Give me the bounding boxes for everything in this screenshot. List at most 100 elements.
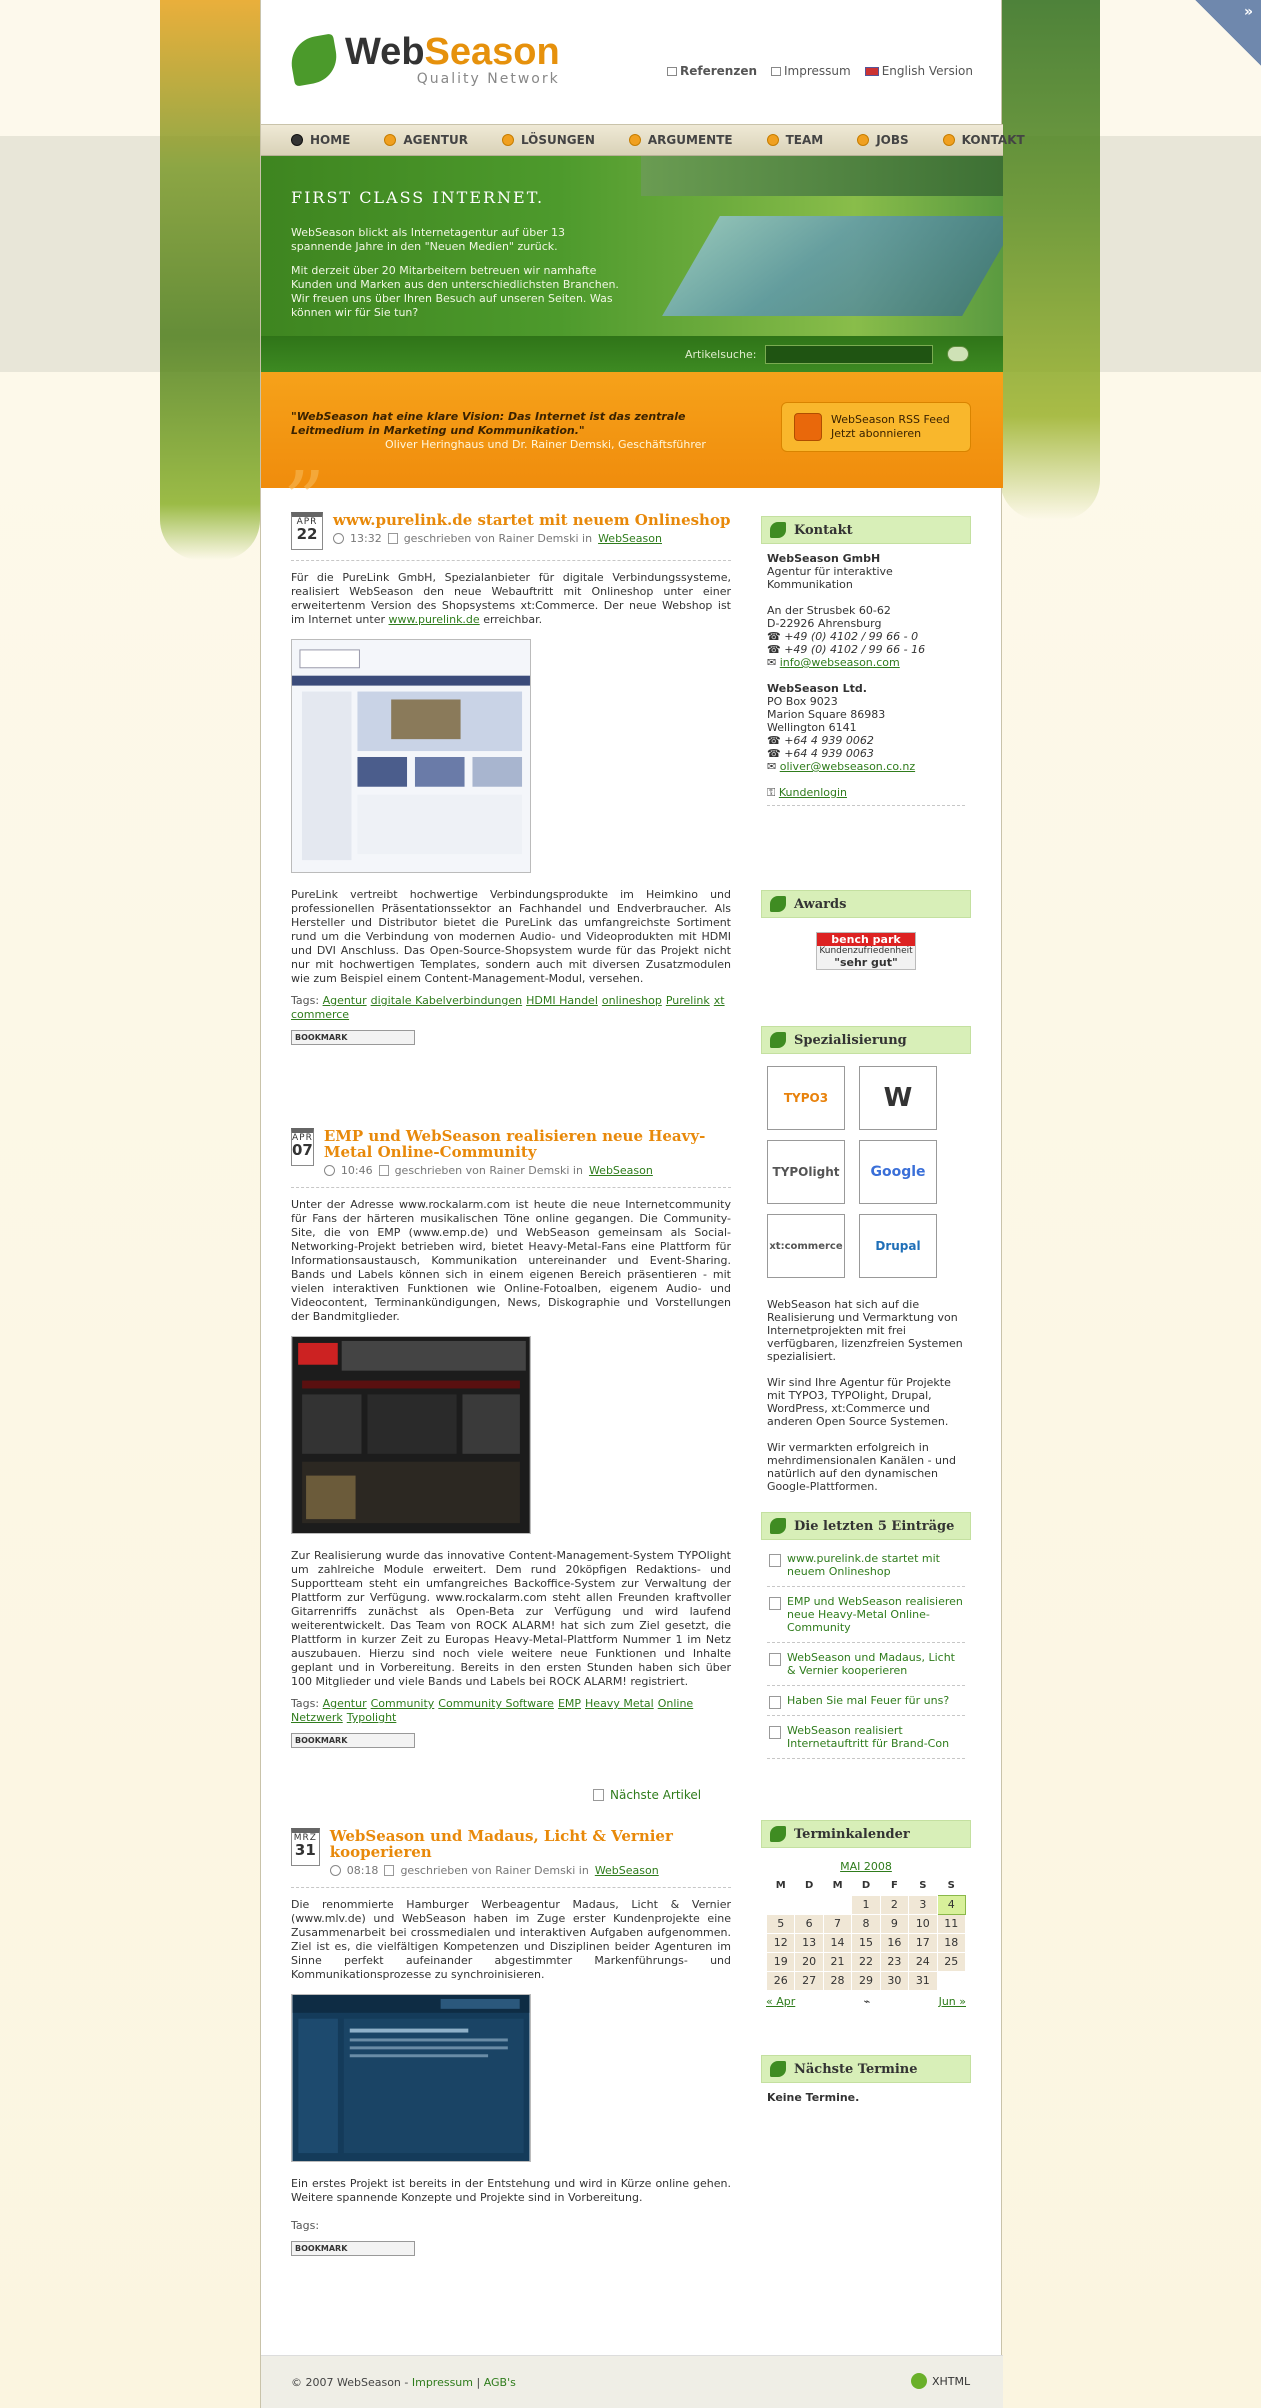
- calendar-day: 10: [908, 1913, 938, 1934]
- article-title[interactable]: WebSeason und Madaus, Licht & Vernier ko…: [330, 1828, 731, 1860]
- tag-link[interactable]: Agentur: [323, 1697, 367, 1710]
- comment-icon: [384, 1865, 395, 1876]
- calendar-day: 27: [794, 1970, 824, 1991]
- email-link[interactable]: info@webseason.com: [780, 656, 900, 669]
- purelink-screenshot[interactable]: [291, 639, 531, 873]
- calendar-day: 22: [851, 1951, 881, 1972]
- article-title[interactable]: EMP und WebSeason realisieren neue Heavy…: [324, 1128, 731, 1160]
- typolight-logo[interactable]: TYPOlight: [767, 1140, 845, 1204]
- comment-icon: [387, 533, 398, 544]
- latest-entry-link[interactable]: www.purelink.de startet mit neuem Online…: [767, 1544, 965, 1587]
- page-icon: [771, 67, 782, 76]
- xhtml-badge[interactable]: XHTML: [911, 2373, 970, 2389]
- bookmark-button[interactable]: BOOKMARK: [291, 1030, 415, 1045]
- tag-link[interactable]: Community Software: [438, 1697, 554, 1710]
- footer-agb-link[interactable]: AGB's: [484, 2376, 516, 2389]
- calendar-day: 18: [936, 1932, 967, 1953]
- rss-icon: [794, 413, 822, 441]
- calendar-next-link[interactable]: Jun »: [939, 1995, 966, 2008]
- page-corner-fold[interactable]: »: [1195, 0, 1261, 66]
- nav-jobs[interactable]: JOBS: [857, 133, 909, 147]
- company-name: WebSeason Ltd.: [767, 682, 867, 695]
- calendar-month-link[interactable]: MAI 2008: [766, 1856, 966, 1877]
- nav-team[interactable]: TEAM: [766, 133, 823, 147]
- link-referenzen[interactable]: Referenzen: [667, 64, 757, 78]
- fax-number: +64 4 939 0063: [784, 747, 874, 760]
- phone-number: +64 4 939 0062: [784, 734, 874, 747]
- tag-link[interactable]: digitale Kabelverbindungen: [371, 994, 522, 1007]
- article-category-link[interactable]: WebSeason: [589, 1164, 653, 1177]
- nav-home[interactable]: HOME: [291, 133, 350, 147]
- link-impressum[interactable]: Impressum: [771, 64, 851, 78]
- uk-flag-icon: [864, 67, 879, 76]
- article-title[interactable]: www.purelink.de startet mit neuem Online…: [333, 512, 730, 528]
- nav-agentur[interactable]: AGENTUR: [384, 133, 468, 147]
- decorative-vine-left: [160, 0, 260, 560]
- weekday-header: S: [947, 1880, 955, 1892]
- mlv-screenshot[interactable]: [291, 1994, 531, 2162]
- calendar-day: 19: [765, 1951, 796, 1972]
- email-link[interactable]: oliver@webseason.co.nz: [780, 760, 915, 773]
- tag-link[interactable]: Agentur: [323, 994, 367, 1007]
- search-input[interactable]: [765, 345, 933, 364]
- latest-entry-link[interactable]: WebSeason und Madaus, Licht & Vernier ko…: [767, 1643, 965, 1686]
- fax-number: +49 (0) 4102 / 99 66 - 16: [784, 643, 926, 656]
- google-logo[interactable]: Google: [859, 1140, 937, 1204]
- latest-entry-link[interactable]: Haben Sie mal Feuer für uns?: [767, 1686, 965, 1716]
- rockalarm-screenshot[interactable]: [291, 1336, 531, 1534]
- kundenlogin-link[interactable]: Kundenlogin: [779, 786, 847, 799]
- drupal-logo[interactable]: Drupal: [859, 1214, 937, 1278]
- typo3-logo[interactable]: TYPO3: [767, 1066, 845, 1130]
- search-button[interactable]: [947, 346, 969, 362]
- article-category-link[interactable]: WebSeason: [598, 532, 662, 545]
- date-badge: MRZ 31: [291, 1828, 320, 1866]
- leaf-icon: [770, 522, 786, 538]
- weekday-header: F: [890, 1880, 898, 1892]
- bookmark-button[interactable]: BOOKMARK: [291, 2241, 415, 2256]
- rss-subscribe-button[interactable]: WebSeason RSS Feed Jetzt abonnieren: [781, 402, 971, 452]
- calendar-day: [765, 1894, 796, 1915]
- wordpress-logo[interactable]: W: [859, 1066, 937, 1130]
- hero-landscape-stream: [662, 216, 1003, 316]
- tag-link[interactable]: onlineshop: [602, 994, 662, 1007]
- rss-icon[interactable]: ⌁: [864, 1995, 871, 2008]
- tag-link[interactable]: Heavy Metal: [585, 1697, 654, 1710]
- tag-link[interactable]: HDMI Handel: [526, 994, 598, 1007]
- link-english[interactable]: English Version: [864, 64, 973, 78]
- xtcommerce-logo[interactable]: xt:commerce: [767, 1214, 845, 1278]
- sidebar-kontakt: Kontakt WebSeason GmbH Agentur für inter…: [761, 516, 971, 814]
- calendar-prev-link[interactable]: « Apr: [766, 1995, 795, 2008]
- bookmark-button[interactable]: BOOKMARK: [291, 1733, 415, 1748]
- footer-impressum-link[interactable]: Impressum: [412, 2376, 473, 2389]
- calendar-day: 1: [851, 1894, 881, 1915]
- tag-link[interactable]: EMP: [558, 1697, 581, 1710]
- box-header: Die letzten 5 Einträge: [761, 1512, 971, 1540]
- date-badge: APR 07: [291, 1128, 314, 1166]
- nav-loesungen[interactable]: LÖSUNGEN: [501, 133, 595, 147]
- box-header: Kontakt: [761, 516, 971, 544]
- tag-link[interactable]: Community: [371, 1697, 435, 1710]
- tag-link[interactable]: Typolight: [347, 1711, 397, 1724]
- logo[interactable]: WebSeason Quality Network: [287, 30, 560, 90]
- next-articles-link[interactable]: Nächste Artikel: [593, 1788, 701, 1802]
- calendar-day: [794, 1894, 824, 1915]
- article: APR 07 EMP und WebSeason realisieren neue…: [291, 1128, 731, 1748]
- calendar-day: 2: [879, 1894, 910, 1915]
- article-author: geschrieben von Rainer Demski in: [403, 532, 593, 545]
- quote-banner: „ "WebSeason hat eine klare Vision: Das …: [261, 372, 1003, 492]
- logo-tagline: Quality Network: [416, 71, 560, 87]
- article-category-link[interactable]: WebSeason: [595, 1864, 659, 1877]
- nav-argumente[interactable]: ARGUMENTE: [628, 133, 733, 147]
- clock-icon: [329, 1865, 341, 1876]
- main-nav: HOME AGENTUR LÖSUNGEN ARGUMENTE TEAM JOB…: [261, 124, 1025, 156]
- latest-entry-link[interactable]: WebSeason realisiert Internetauftritt fü…: [767, 1716, 965, 1759]
- award-badge[interactable]: bench park Kundenzufriedenheit "sehr gut…: [816, 932, 916, 970]
- purelink-link[interactable]: www.purelink.de: [389, 613, 480, 626]
- date-badge: APR 22: [291, 512, 323, 550]
- tag-link[interactable]: Purelink: [666, 994, 710, 1007]
- latest-entry-link[interactable]: EMP und WebSeason realisieren neue Heavy…: [767, 1587, 965, 1643]
- bullet-icon: [384, 134, 397, 146]
- calendar-day: 21: [822, 1951, 853, 1972]
- box-header: Nächste Termine: [761, 2055, 971, 2083]
- nav-kontakt[interactable]: KONTAKT: [942, 133, 1025, 147]
